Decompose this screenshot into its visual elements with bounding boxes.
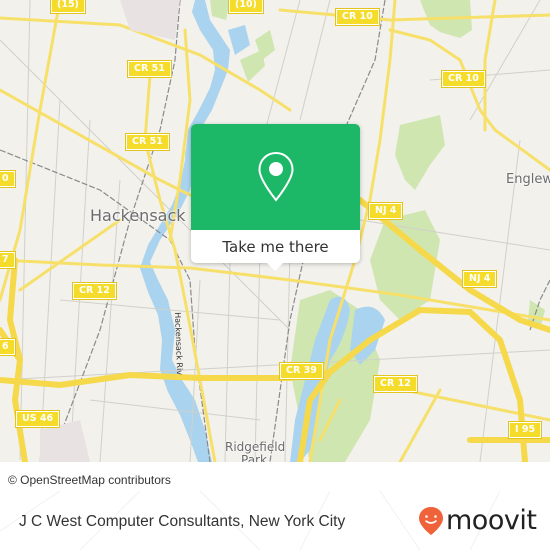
road-shield-cr51: CR 51	[127, 60, 172, 78]
road-shield-cr10: CR 10	[335, 8, 380, 26]
popup-pointer	[267, 263, 283, 271]
map-attribution[interactable]: © OpenStreetMap contributors	[0, 469, 179, 491]
road-shield-cr10: CR 10	[441, 70, 486, 88]
moovit-wordmark: moovit	[446, 505, 537, 536]
map-pin-icon	[257, 151, 294, 202]
road-shield-cr51: CR 51	[125, 133, 170, 151]
place-label-park: Park	[241, 453, 267, 462]
place-label-hackensack: Hackensack	[90, 206, 186, 225]
road-shield-i95: I 95	[507, 421, 543, 439]
road-shield-edge: 7	[0, 251, 16, 269]
road-shield-us46: US 46	[14, 410, 61, 428]
road-shield-15: (15)	[50, 0, 86, 14]
place-label-englewood: Englew	[506, 172, 550, 187]
place-label-ridgefield: Ridgefield	[225, 440, 286, 454]
road-shield-cr12: CR 12	[373, 375, 418, 393]
road-shield-cr12: CR 12	[72, 282, 117, 300]
footer-bar: J C West Computer Consultants, New York …	[0, 491, 550, 550]
moovit-logo[interactable]: moovit	[418, 505, 537, 536]
take-me-there-button[interactable]: Take me there	[191, 230, 360, 263]
road-shield-edge: 6	[0, 338, 16, 356]
map-view[interactable]: (15) (10) CR 10 CR 10 CR 51 CR 51 NJ 4 N…	[0, 0, 550, 462]
road-shield-cr39: CR 39	[279, 362, 324, 380]
location-popup[interactable]: Take me there	[191, 124, 360, 271]
popup-header[interactable]	[191, 124, 360, 230]
place-title: J C West Computer Consultants, New York …	[19, 513, 346, 530]
road-shield-nj4: NJ 4	[461, 270, 498, 288]
moovit-smile-pin-icon	[419, 506, 443, 535]
road-shield-10: (10)	[228, 0, 264, 14]
road-shield-nj4: NJ 4	[367, 202, 404, 220]
road-shield-edge: 0	[0, 170, 16, 188]
